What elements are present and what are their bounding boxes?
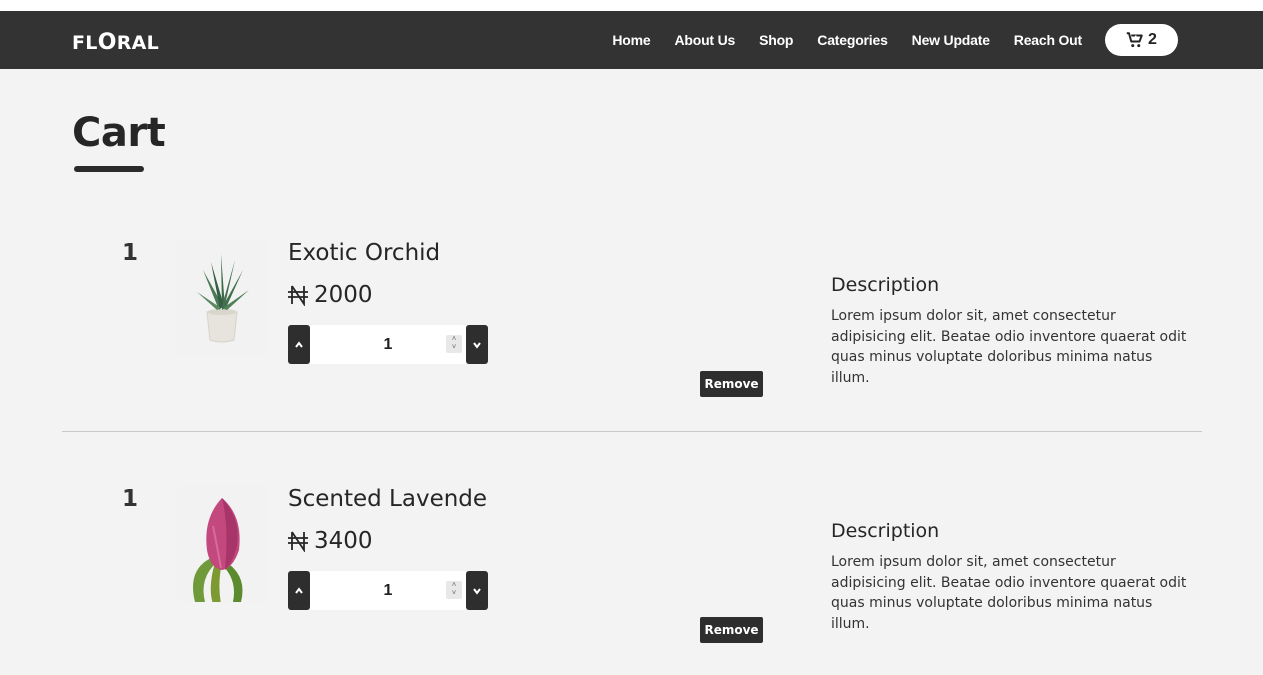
cart-button[interactable]: 2 bbox=[1105, 24, 1178, 56]
naira-icon bbox=[288, 285, 308, 306]
nav-categories[interactable]: Categories bbox=[817, 32, 888, 48]
chevron-down-icon bbox=[473, 341, 481, 349]
quantity-input[interactable]: 1 ˄ ˅ bbox=[310, 571, 466, 610]
brand-logo[interactable]: FLORAL bbox=[72, 30, 159, 55]
chevron-down-icon bbox=[473, 587, 481, 595]
nav-new-update[interactable]: New Update bbox=[912, 32, 990, 48]
description-text: Lorem ipsum dolor sit, amet consectetur … bbox=[831, 308, 1187, 386]
cart-plus-icon bbox=[1126, 32, 1143, 48]
top-strip bbox=[0, 0, 1263, 11]
page-title: Cart bbox=[72, 110, 166, 156]
cart-count-badge: 2 bbox=[1148, 31, 1157, 48]
product-price: 2000 bbox=[288, 282, 373, 308]
spinner-arrows[interactable]: ˄ ˅ bbox=[446, 335, 462, 353]
price-value: 3400 bbox=[314, 528, 373, 554]
nav-reach-out[interactable]: Reach Out bbox=[1014, 32, 1082, 48]
nav-about-us[interactable]: About Us bbox=[674, 32, 735, 48]
quantity-stepper: 1 ˄ ˅ bbox=[288, 325, 488, 364]
spinner-arrows[interactable]: ˄ ˅ bbox=[446, 581, 462, 599]
naira-icon bbox=[288, 531, 308, 552]
title-underline bbox=[74, 166, 144, 172]
item-index: 1 bbox=[122, 486, 139, 512]
chevron-up-icon bbox=[295, 340, 303, 348]
cart-item: 1 Exotic Orchid 2000 1 ˄ ˅ Remove Descri… bbox=[0, 240, 1263, 440]
product-name: Scented Lavende bbox=[288, 486, 488, 512]
decrease-button[interactable] bbox=[466, 325, 488, 364]
decrease-button[interactable] bbox=[466, 571, 488, 610]
product-price: 3400 bbox=[288, 528, 373, 554]
quantity-stepper: 1 ˄ ˅ bbox=[288, 571, 488, 610]
quantity-value: 1 bbox=[383, 335, 393, 353]
price-value: 2000 bbox=[314, 282, 373, 308]
increase-button[interactable] bbox=[288, 571, 310, 610]
logo-letter: L bbox=[85, 32, 98, 54]
chevron-up-icon bbox=[295, 586, 303, 594]
increase-button[interactable] bbox=[288, 325, 310, 364]
logo-letters: RAL bbox=[116, 32, 160, 54]
description-title: Description bbox=[831, 274, 940, 296]
nav-links: Home About Us Shop Categories New Update… bbox=[612, 32, 1082, 48]
quantity-input[interactable]: 1 ˄ ˅ bbox=[310, 325, 466, 364]
product-image bbox=[177, 486, 267, 602]
product-name: Exotic Orchid bbox=[288, 240, 441, 266]
nav-home[interactable]: Home bbox=[612, 32, 650, 48]
description-title: Description bbox=[831, 520, 940, 542]
item-divider bbox=[62, 431, 1202, 432]
item-index: 1 bbox=[122, 240, 139, 266]
logo-letter: F bbox=[72, 32, 86, 54]
description-text: Lorem ipsum dolor sit, amet consectetur … bbox=[831, 554, 1187, 632]
product-image bbox=[177, 240, 267, 356]
cart-item: 1 Scented Lavende 3400 1 ˄ ˅ Remove Descr… bbox=[0, 486, 1263, 675]
nav-shop[interactable]: Shop bbox=[759, 32, 793, 48]
navbar: FLORAL Home About Us Shop Categories New… bbox=[0, 11, 1263, 69]
remove-button[interactable]: Remove bbox=[700, 617, 763, 643]
quantity-value: 1 bbox=[383, 581, 393, 599]
remove-button[interactable]: Remove bbox=[700, 371, 763, 397]
logo-letter: O bbox=[97, 30, 117, 55]
